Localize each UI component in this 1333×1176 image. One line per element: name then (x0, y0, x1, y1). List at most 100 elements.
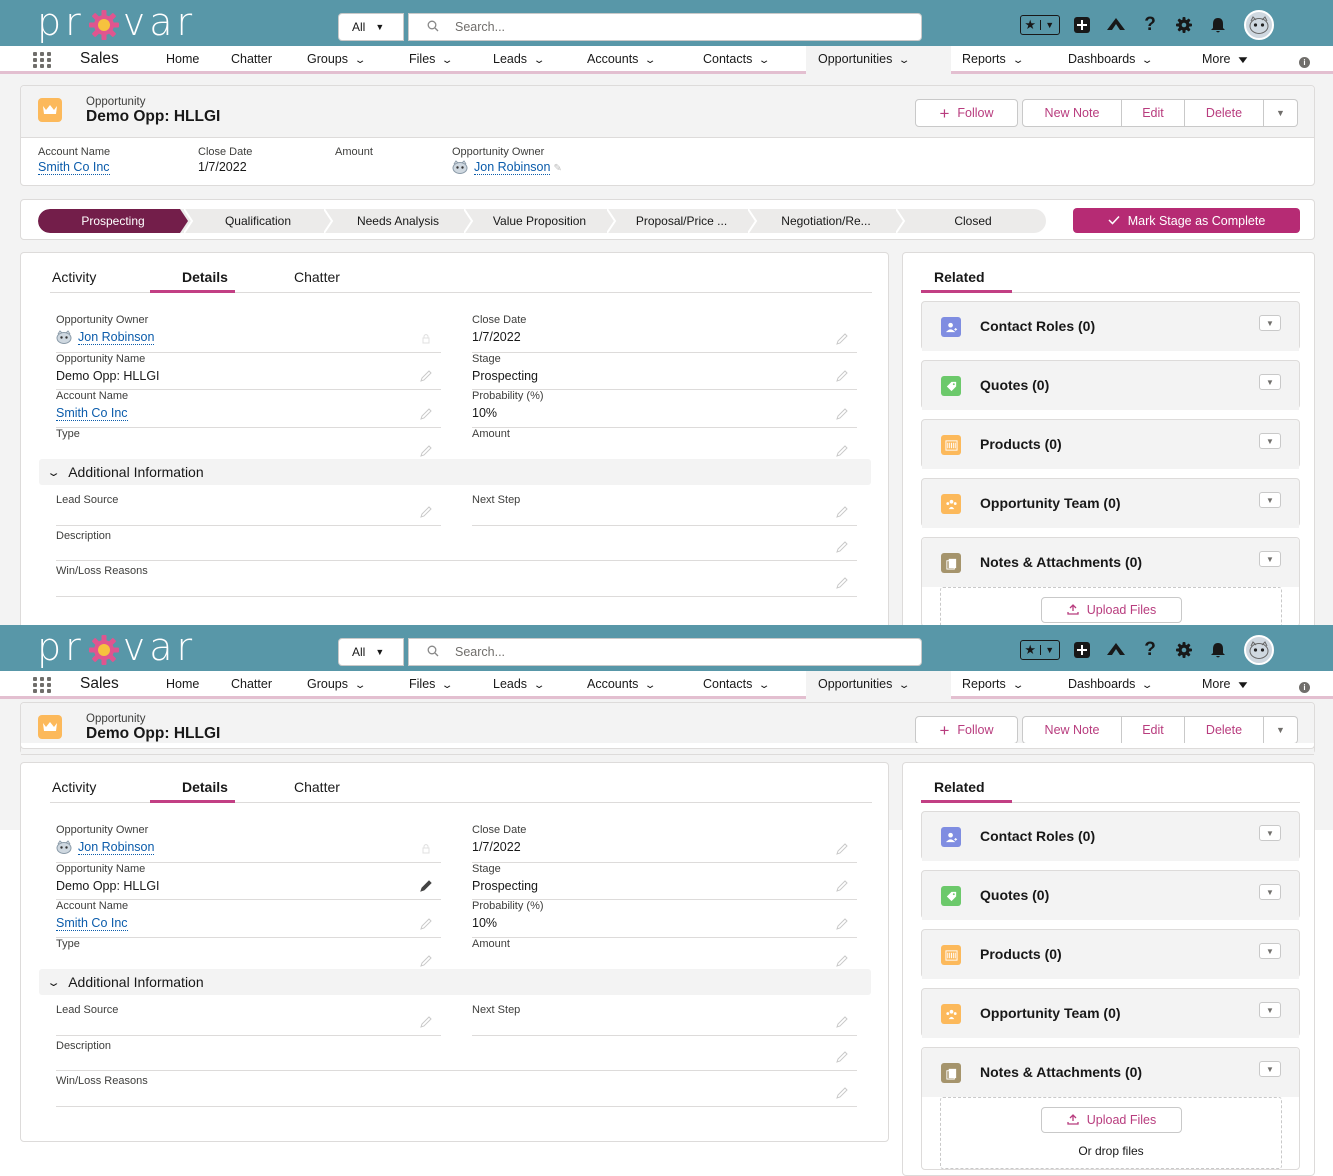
nav-item-files[interactable]: Files ⌄ (409, 677, 454, 691)
field-value-text[interactable]: Smith Co Inc (56, 406, 128, 421)
edit-pencil-icon[interactable] (835, 332, 849, 346)
edit-pencil-icon[interactable] (419, 954, 433, 968)
file-drop-zone[interactable]: Upload Files Or drop files (940, 1097, 1282, 1169)
new-note-button[interactable]: New Note (1022, 99, 1122, 127)
nav-item-more[interactable]: More ▼ (1202, 52, 1251, 66)
related-list-menu-icon[interactable]: ▼ (1259, 492, 1281, 508)
chevron-down-icon[interactable]: ⌄ (441, 55, 454, 66)
nav-item-reports[interactable]: Reports ⌄ (962, 677, 1025, 691)
edit-pencil-icon[interactable] (835, 505, 849, 519)
search-scope-select[interactable]: All ▼ (338, 13, 404, 41)
provar-logo[interactable]: pr var (37, 625, 196, 669)
nav-item-home[interactable]: Home (166, 677, 199, 691)
edit-pencil-icon[interactable] (835, 842, 849, 856)
provar-logo[interactable]: pr var (37, 0, 196, 44)
additional-information-section[interactable]: ⌄ Additional Information (39, 969, 871, 995)
edit-pencil-icon[interactable] (835, 369, 849, 383)
info-icon[interactable]: i (1299, 57, 1310, 68)
edit-pencil-icon[interactable] (835, 917, 849, 931)
related-tab[interactable]: Related (934, 269, 985, 285)
global-search-input[interactable]: Search... (408, 13, 922, 41)
chevron-down-icon[interactable]: ⌄ (1012, 680, 1025, 691)
path-stage[interactable]: Needs Analysis (328, 209, 468, 233)
tab-activity[interactable]: Activity (52, 269, 96, 285)
notifications-bell-icon[interactable] (1206, 638, 1230, 662)
edit-pencil-icon[interactable] (835, 540, 849, 554)
global-actions-icon[interactable] (1070, 638, 1094, 662)
edit-pencil-icon[interactable] (835, 1015, 849, 1029)
chevron-down-icon[interactable]: ⌄ (1141, 680, 1154, 691)
field-value[interactable]: Jon Robinson (56, 840, 155, 855)
related-list-title[interactable]: Notes & Attachments (0) (980, 1064, 1142, 1080)
nav-item-opportunities[interactable]: Opportunities ⌄ (818, 677, 911, 691)
nav-item-accounts[interactable]: Accounts ⌄ (587, 52, 657, 66)
help-icon[interactable]: ? (1138, 638, 1162, 662)
related-list-title[interactable]: Opportunity Team (0) (980, 1005, 1121, 1021)
notifications-bell-icon[interactable] (1206, 13, 1230, 37)
nav-item-chatter[interactable]: Chatter (231, 677, 272, 691)
app-launcher-icon[interactable] (33, 52, 55, 68)
nav-item-opportunities[interactable]: Opportunities ⌄ (818, 52, 911, 66)
related-list-title[interactable]: Quotes (0) (980, 377, 1049, 393)
favorites-icon[interactable]: ★ ▼ (1020, 15, 1060, 35)
field-value-text[interactable]: Jon Robinson (78, 330, 155, 345)
tab-details[interactable]: Details (182, 779, 228, 795)
chevron-down-icon[interactable]: ⌄ (644, 55, 657, 66)
path-stage[interactable]: Qualification (188, 209, 328, 233)
change-owner-icon[interactable]: ✎ (553, 163, 561, 174)
follow-button[interactable]: + Follow (915, 716, 1018, 744)
chevron-down-icon[interactable]: ⌄ (533, 680, 546, 691)
related-tab[interactable]: Related (934, 779, 985, 795)
field-value[interactable]: Smith Co Inc (56, 916, 128, 931)
setup-gear-icon[interactable] (1172, 638, 1196, 662)
nav-item-dashboards[interactable]: Dashboards ⌄ (1068, 677, 1154, 691)
tab-chatter[interactable]: Chatter (294, 779, 340, 795)
related-list-menu-icon[interactable]: ▼ (1259, 1002, 1281, 1018)
global-search-input[interactable]: Search... (408, 638, 922, 666)
related-list-title[interactable]: Quotes (0) (980, 887, 1049, 903)
related-list-menu-icon[interactable]: ▼ (1259, 433, 1281, 449)
related-list-menu-icon[interactable]: ▼ (1259, 374, 1281, 390)
edit-pencil-icon[interactable] (419, 879, 433, 893)
field-value-text[interactable]: Smith Co Inc (56, 916, 128, 931)
edit-pencil-icon[interactable] (419, 444, 433, 458)
related-list-title[interactable]: Products (0) (980, 436, 1062, 452)
edit-button[interactable]: Edit (1122, 716, 1185, 744)
edit-pencil-icon[interactable] (419, 505, 433, 519)
edit-pencil-icon[interactable] (835, 444, 849, 458)
upload-files-button[interactable]: Upload Files (1041, 597, 1182, 623)
related-list-menu-icon[interactable]: ▼ (1259, 551, 1281, 567)
nav-item-more[interactable]: More ▼ (1202, 677, 1251, 691)
nav-item-reports[interactable]: Reports ⌄ (962, 52, 1025, 66)
nav-item-contacts[interactable]: Contacts ⌄ (703, 52, 771, 66)
more-actions-chevron-icon[interactable]: ▼ (1264, 716, 1298, 744)
global-actions-icon[interactable] (1070, 13, 1094, 37)
edit-pencil-icon[interactable] (419, 407, 433, 421)
nav-item-leads[interactable]: Leads ⌄ (493, 677, 546, 691)
search-scope-select[interactable]: All ▼ (338, 638, 404, 666)
delete-button[interactable]: Delete (1185, 99, 1264, 127)
nav-item-files[interactable]: Files ⌄ (409, 52, 454, 66)
nav-item-accounts[interactable]: Accounts ⌄ (587, 677, 657, 691)
user-avatar[interactable] (1244, 10, 1274, 40)
related-list-title[interactable]: Contact Roles (0) (980, 828, 1095, 844)
follow-button[interactable]: + Follow (915, 99, 1018, 127)
field-value-text[interactable]: Jon Robinson (78, 840, 155, 855)
user-avatar[interactable] (1244, 635, 1274, 665)
edit-pencil-icon[interactable] (419, 369, 433, 383)
more-actions-chevron-icon[interactable]: ▼ (1264, 99, 1298, 127)
edit-pencil-icon[interactable] (419, 917, 433, 931)
nav-item-leads[interactable]: Leads ⌄ (493, 52, 546, 66)
app-launcher-icon[interactable] (33, 677, 55, 693)
chevron-down-icon[interactable]: ⌄ (898, 680, 911, 691)
additional-information-section[interactable]: ⌄ Additional Information (39, 459, 871, 485)
highlight-value[interactable]: Smith Co Inc (38, 160, 110, 175)
chevron-down-icon[interactable]: ⌄ (758, 55, 771, 66)
field-value[interactable]: Jon Robinson (56, 330, 155, 345)
edit-pencil-icon[interactable] (835, 954, 849, 968)
related-list-menu-icon[interactable]: ▼ (1259, 1061, 1281, 1077)
delete-button[interactable]: Delete (1185, 716, 1264, 744)
chevron-down-icon[interactable]: ⌄ (441, 680, 454, 691)
chevron-down-icon[interactable]: ⌄ (533, 55, 546, 66)
chevron-down-icon[interactable]: ⌄ (1012, 55, 1025, 66)
